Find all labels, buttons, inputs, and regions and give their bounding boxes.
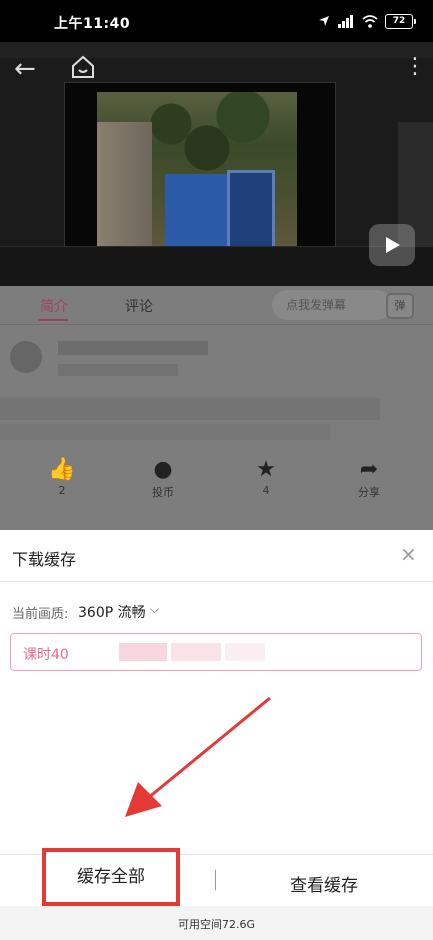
- danmaku-toggle-icon[interactable]: 弹: [386, 293, 414, 319]
- video-player[interactable]: ← ⋮: [0, 42, 433, 286]
- quality-label: 当前画质:: [12, 607, 69, 622]
- chevron-down-icon[interactable]: ⌵: [150, 602, 159, 617]
- coin-icon: ●: [153, 457, 173, 482]
- status-icons: 72: [318, 12, 416, 30]
- more-icon[interactable]: ⋮: [404, 56, 426, 78]
- back-icon[interactable]: ←: [14, 56, 36, 82]
- location-icon: [319, 16, 329, 26]
- available-space: 可用空间72.6G: [178, 918, 256, 931]
- status-time: 上午11:40: [54, 16, 131, 32]
- intro-tabs: 简介 评论 点我发弹幕 弹: [0, 286, 433, 325]
- episode-item-label: 课时40: [23, 647, 69, 663]
- video-title-blurred: [0, 398, 380, 420]
- avatar[interactable]: [10, 341, 42, 373]
- share-icon: ➦: [359, 457, 379, 482]
- sheet-title: 下载缓存: [12, 550, 77, 569]
- play-icon[interactable]: [369, 224, 415, 266]
- video-desc-blurred: [0, 424, 330, 440]
- favorite-button[interactable]: ★ 4: [241, 456, 291, 497]
- sheet-divider: [0, 581, 433, 582]
- tab-intro[interactable]: 简介: [40, 296, 68, 316]
- episode-title-blurred: [171, 643, 221, 661]
- danmaku-input[interactable]: 点我发弹幕: [272, 290, 392, 320]
- episode-title-blurred: [225, 643, 265, 661]
- home-icon[interactable]: [70, 54, 96, 80]
- episode-item[interactable]: 课时40: [10, 633, 422, 671]
- wifi-icon: [362, 14, 378, 28]
- signal-icon: [338, 14, 353, 28]
- quality-select[interactable]: 360P 流畅: [78, 602, 146, 622]
- thumb-up-icon: 👍: [48, 457, 76, 482]
- button-separator: [215, 870, 216, 890]
- intro-panel: 简介 评论 点我发弹幕 弹 👍 2 ● 投币 ★ 4 ➦ 分享: [0, 286, 433, 530]
- video-image-window: [227, 170, 275, 250]
- uploader-name-blurred: [58, 341, 208, 355]
- annotation-arrow: [125, 696, 271, 817]
- episode-title-blurred: [119, 643, 167, 661]
- uploader-info-blurred: [58, 364, 178, 376]
- cache-all-button[interactable]: 缓存全部: [42, 848, 180, 906]
- share-button[interactable]: ➦ 分享: [344, 456, 394, 500]
- video-title-strip: [0, 42, 433, 58]
- view-cache-button[interactable]: 查看缓存: [290, 871, 358, 896]
- status-bar: 上午11:40 72: [0, 0, 433, 42]
- coin-button[interactable]: ● 投币: [138, 456, 188, 500]
- battery-icon: 72: [385, 13, 416, 29]
- tab-intro-underline: [38, 319, 68, 321]
- star-icon: ★: [256, 457, 276, 482]
- download-cache-sheet: 下载缓存 × 当前画质: 360P 流畅 ⌵ 课时40 缓存全部 查看缓存 可用…: [0, 530, 433, 940]
- tab-comment[interactable]: 评论: [125, 296, 153, 316]
- like-button[interactable]: 👍 2: [37, 456, 87, 497]
- close-icon[interactable]: ×: [400, 544, 417, 564]
- video-image: [97, 92, 297, 267]
